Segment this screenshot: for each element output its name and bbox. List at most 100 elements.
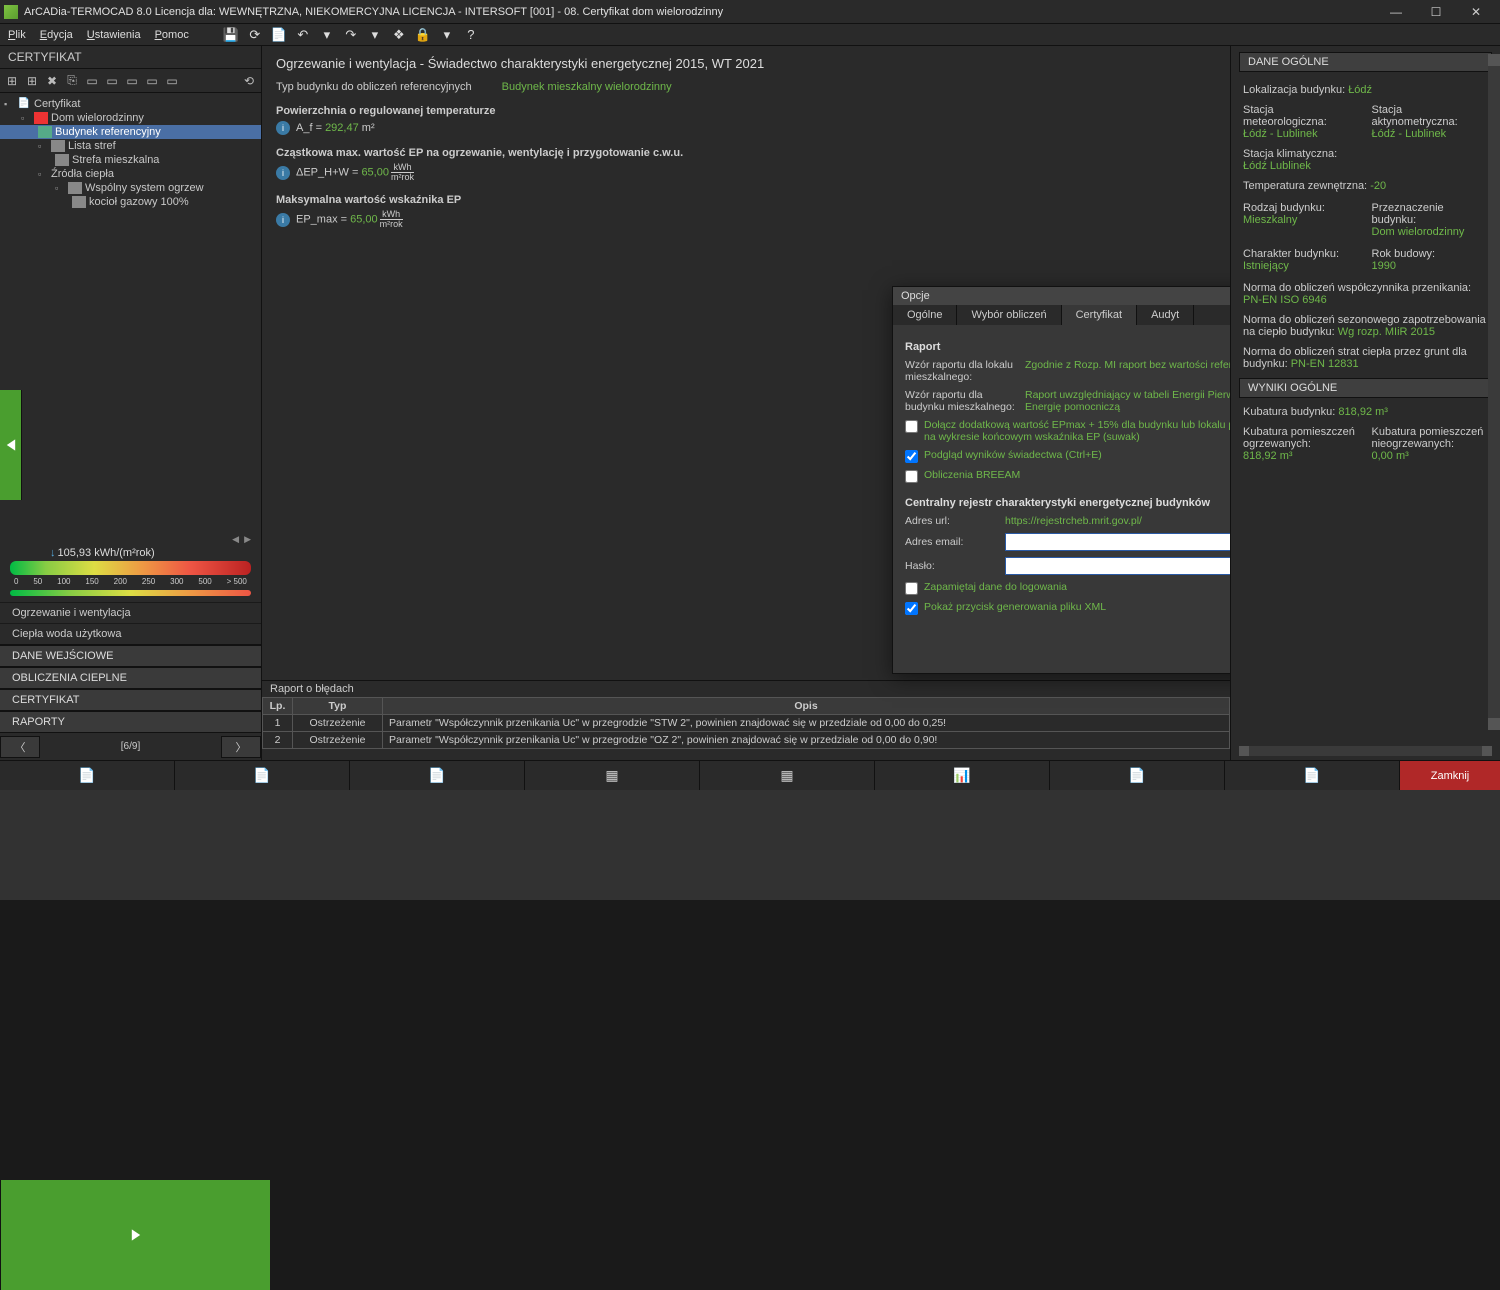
- section-raporty[interactable]: RAPORTY: [0, 710, 261, 732]
- sync-icon[interactable]: ⟲: [241, 73, 257, 89]
- lock-icon[interactable]: 🔒: [415, 27, 431, 43]
- error-row[interactable]: 2 Ostrzeżenie Parametr "Współczynnik prz…: [263, 732, 1230, 749]
- right-sidebar: DANE OGÓLNE Lokalizacja budynku: Łódź St…: [1230, 46, 1500, 760]
- typ-budynku-value: Budynek mieszkalny wielorodzinny: [502, 81, 672, 93]
- password-label: Hasło:: [905, 560, 995, 572]
- section-dane-wejsciowe[interactable]: DANE WEJŚCIOWE: [0, 644, 261, 666]
- wyniki-ogolne-header: WYNIKI OGÓLNE: [1239, 378, 1492, 398]
- section-ogrzewanie[interactable]: Ogrzewanie i wentylacja: [0, 602, 261, 623]
- bb-table2-icon[interactable]: ▦: [700, 761, 875, 790]
- chk-zapamietaj-label[interactable]: Zapamiętaj dane do logowania: [924, 581, 1067, 593]
- af-formula: A_f = 292,47 m²: [296, 122, 375, 134]
- minimize-button[interactable]: —: [1376, 0, 1416, 24]
- edge-tab-left[interactable]: [0, 390, 22, 500]
- nav-prev-button[interactable]: 〈: [0, 736, 40, 758]
- layers-icon[interactable]: ❖: [391, 27, 407, 43]
- char-label: Charakter budynku:: [1243, 248, 1360, 260]
- tree-budynek-ref[interactable]: Budynek referencyjny: [0, 125, 261, 139]
- bb-table1-icon[interactable]: ▦: [525, 761, 700, 790]
- add-icon[interactable]: ⊞: [4, 73, 20, 89]
- add2-icon[interactable]: ⊞: [24, 73, 40, 89]
- chk-podglad-label[interactable]: Podgląd wyników świadectwa (Ctrl+E): [924, 449, 1102, 461]
- menu-file[interactable]: Plik: [8, 29, 26, 41]
- undo-icon[interactable]: ↶: [295, 27, 311, 43]
- tool5-icon[interactable]: ▭: [84, 73, 100, 89]
- right-vscrollbar[interactable]: [1488, 54, 1500, 730]
- error-row[interactable]: 1 Ostrzeżenie Parametr "Współczynnik prz…: [263, 715, 1230, 732]
- ep-hw-formula: ΔEP_H+W = 65,00kWhm²rok: [296, 163, 414, 182]
- tab-ogolne[interactable]: Ogólne: [893, 305, 957, 325]
- chk-xml-label[interactable]: Pokaż przycisk generowania pliku XML: [924, 601, 1106, 613]
- bb-chart-icon[interactable]: 📊: [875, 761, 1050, 790]
- tool9-icon[interactable]: ▭: [164, 73, 180, 89]
- rodzaj-label: Rodzaj budynku:: [1243, 202, 1360, 214]
- tree-zrodla[interactable]: ▫Źródła ciepła: [0, 167, 261, 181]
- chk-breeam[interactable]: [905, 470, 918, 483]
- menu-help[interactable]: Pomoc: [155, 29, 189, 41]
- refresh-icon[interactable]: ⟳: [247, 27, 263, 43]
- norma3-value: PN-EN 12831: [1291, 358, 1359, 370]
- info-icon[interactable]: i: [276, 166, 290, 180]
- edge-tab-right[interactable]: [0, 1180, 270, 1290]
- bb-doc-icon[interactable]: 📄: [1050, 761, 1225, 790]
- bb-report3-icon[interactable]: 📄: [350, 761, 525, 790]
- left-sidebar: CERTYFIKAT ⊞ ⊞ ✖ ⎘ ▭ ▭ ▭ ▭ ▭ ⟲ ▪📄Certyfi…: [0, 46, 262, 760]
- tree-view: ▪📄Certyfikat ▫Dom wielorodzinny Budynek …: [0, 93, 261, 528]
- chk-xml[interactable]: [905, 602, 918, 615]
- chk-zapamietaj[interactable]: [905, 582, 918, 595]
- error-panel-title: Raport o błędach: [262, 681, 1230, 697]
- window-title: ArCADia-TERMOCAD 8.0 Licencja dla: WEWNĘ…: [24, 6, 1376, 18]
- tab-certyfikat[interactable]: Certyfikat: [1062, 305, 1137, 325]
- chk-breeam-label[interactable]: Obliczenia BREEAM: [924, 469, 1020, 481]
- chk-podglad[interactable]: [905, 450, 918, 463]
- titlebar: ArCADia-TERMOCAD 8.0 Licencja dla: WEWNĘ…: [0, 0, 1500, 24]
- tab-wybor[interactable]: Wybór obliczeń: [957, 305, 1061, 325]
- menu-edit[interactable]: Edycja: [40, 29, 73, 41]
- tree-strefa[interactable]: Strefa mieszkalna: [0, 153, 261, 167]
- chk-epmax15[interactable]: [905, 420, 918, 433]
- save-icon[interactable]: 💾: [223, 27, 239, 43]
- copy-icon[interactable]: ⎘: [64, 73, 80, 89]
- info-icon[interactable]: i: [276, 213, 290, 227]
- tree-certyfikat[interactable]: ▪📄Certyfikat: [0, 97, 261, 111]
- th-typ: Typ: [293, 698, 383, 715]
- bottom-close-button[interactable]: Zamknij: [1400, 761, 1500, 790]
- tree-lista-stref[interactable]: ▫Lista stref: [0, 139, 261, 153]
- document-icon[interactable]: 📄: [271, 27, 287, 43]
- section-list: Ogrzewanie i wentylacja Ciepła woda użyt…: [0, 602, 261, 732]
- th-opis: Opis: [383, 698, 1230, 715]
- undo-dropdown-icon[interactable]: ▾: [319, 27, 335, 43]
- scale-bar-small: [10, 590, 251, 596]
- right-hscrollbar[interactable]: [1239, 746, 1492, 756]
- tree-kociol[interactable]: kocioł gazowy 100%: [0, 195, 261, 209]
- scale-nav-left-icon[interactable]: ◀: [232, 534, 239, 545]
- tab-audyt[interactable]: Audyt: [1137, 305, 1194, 325]
- section-obliczenia[interactable]: OBLICZENIA CIEPLNE: [0, 666, 261, 688]
- redo-icon[interactable]: ↷: [343, 27, 359, 43]
- bb-doc2-icon[interactable]: 📄: [1225, 761, 1400, 790]
- tool6-icon[interactable]: ▭: [104, 73, 120, 89]
- scale-nav-right-icon[interactable]: ▶: [244, 534, 251, 545]
- delete-icon[interactable]: ✖: [44, 73, 60, 89]
- lock-dropdown-icon[interactable]: ▾: [439, 27, 455, 43]
- help-icon[interactable]: ?: [463, 27, 479, 43]
- close-button[interactable]: ✕: [1456, 0, 1496, 24]
- tool8-icon[interactable]: ▭: [144, 73, 160, 89]
- nav-next-button[interactable]: 〉: [221, 736, 261, 758]
- bb-report2-icon[interactable]: 📄: [175, 761, 350, 790]
- info-icon[interactable]: i: [276, 121, 290, 135]
- redo-dropdown-icon[interactable]: ▾: [367, 27, 383, 43]
- tree-dom[interactable]: ▫Dom wielorodzinny: [0, 111, 261, 125]
- section-cwu[interactable]: Ciepła woda użytkowa: [0, 623, 261, 644]
- maximize-button[interactable]: ☐: [1416, 0, 1456, 24]
- bb-report1-icon[interactable]: 📄: [0, 761, 175, 790]
- energy-scale: ◀ ▶ 105,93 kWh/(m²rok) 0 50 100 150 200 …: [0, 528, 261, 602]
- tree-label: Lista stref: [68, 140, 116, 152]
- sidebar-toolbar: ⊞ ⊞ ✖ ⎘ ▭ ▭ ▭ ▭ ▭ ⟲: [0, 69, 261, 93]
- tool7-icon[interactable]: ▭: [124, 73, 140, 89]
- scale-value: 105,93 kWh/(m²rok): [50, 547, 251, 559]
- tree-wspolny[interactable]: ▫Wspólny system ogrzew: [0, 181, 261, 195]
- section-certyfikat[interactable]: CERTYFIKAT: [0, 688, 261, 710]
- menu-settings[interactable]: Ustawienia: [87, 29, 141, 41]
- tree-label: kocioł gazowy 100%: [89, 196, 189, 208]
